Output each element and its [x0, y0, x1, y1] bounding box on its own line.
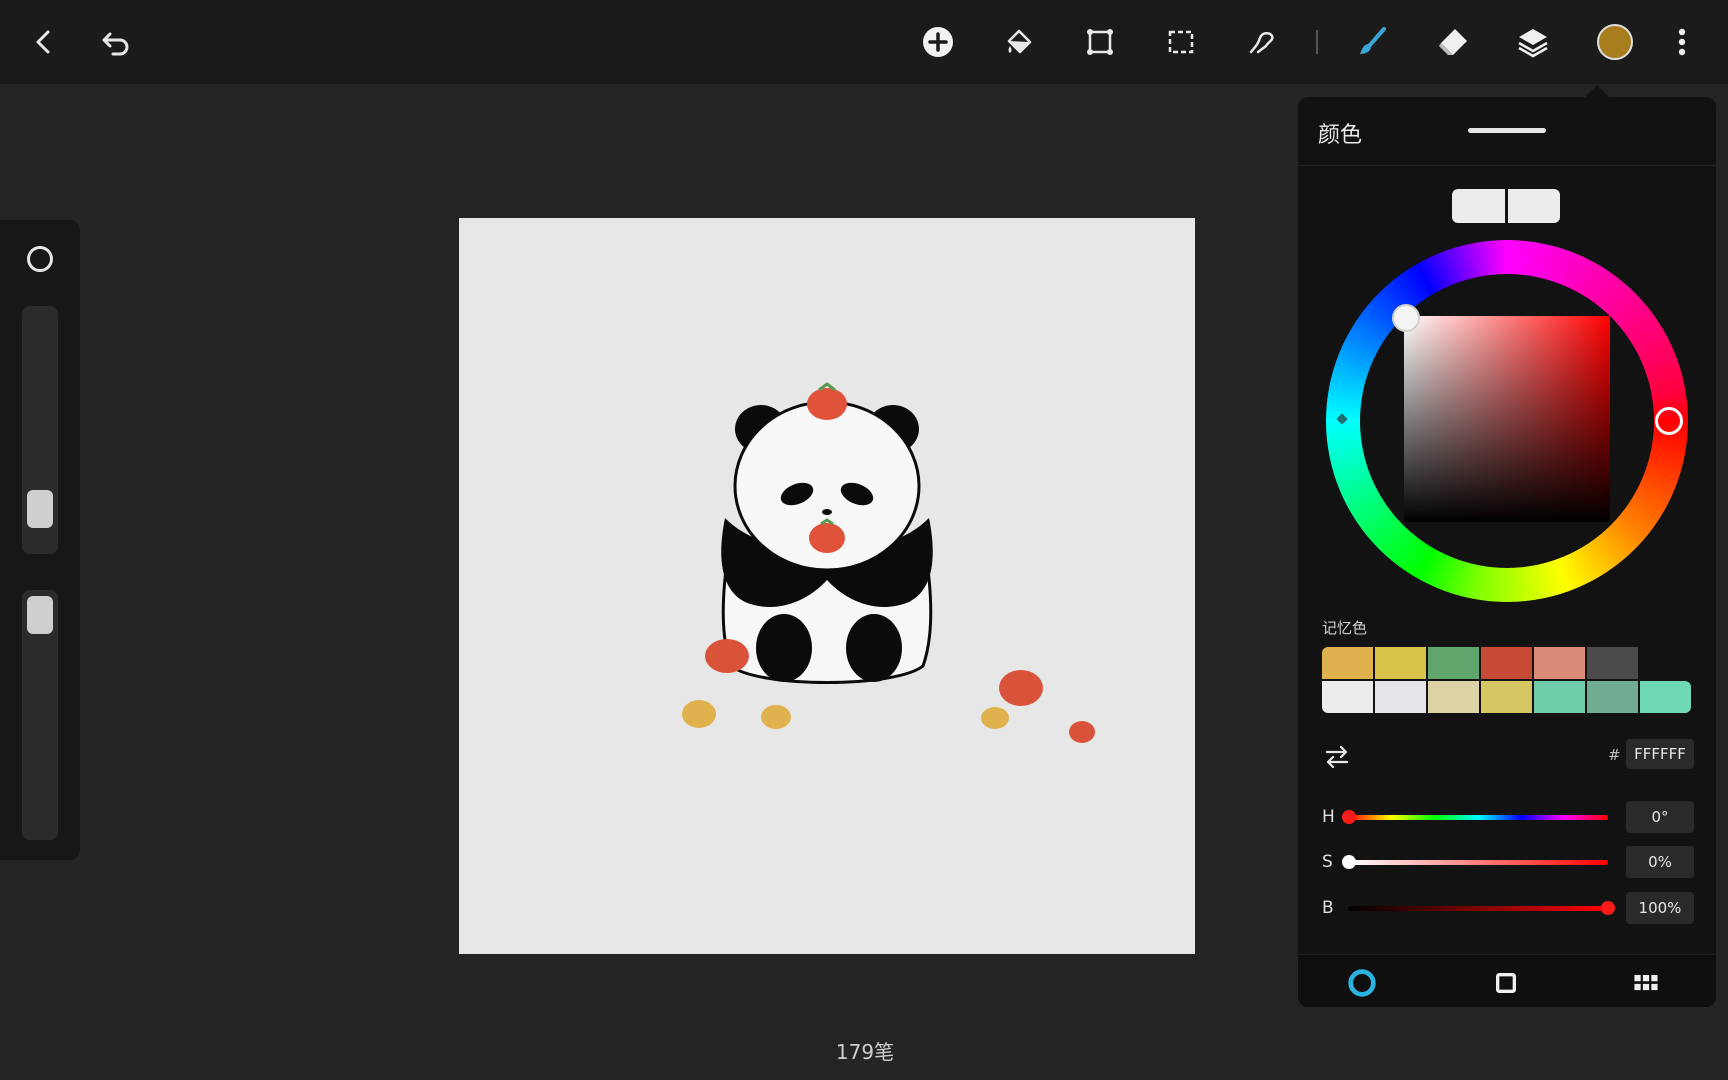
palette-grid-icon[interactable] [1628, 965, 1664, 1001]
brush-size-thumb[interactable] [27, 490, 53, 528]
toolbar-separator [1316, 30, 1318, 54]
primary-color-preview[interactable] [1452, 189, 1505, 223]
memory-color-swatch[interactable] [1534, 647, 1585, 679]
panel-drag-handle[interactable] [1468, 128, 1546, 133]
panda-artwork [682, 382, 1095, 743]
selection-icon[interactable] [1159, 20, 1203, 64]
saturation-label: S [1322, 852, 1333, 872]
memory-color-swatch[interactable] [1322, 681, 1373, 713]
color-mode-tabs [1298, 954, 1716, 1007]
brightness-label: B [1322, 898, 1334, 918]
smudge-icon[interactable] [1240, 20, 1284, 64]
transform-icon[interactable] [1078, 20, 1122, 64]
color-panel: 颜色 记忆色 # FFFFFF H 0° S 0% B 100% [1298, 97, 1716, 1007]
add-icon[interactable] [916, 20, 960, 64]
brush-opacity-slider[interactable] [22, 590, 58, 840]
memory-color-swatch[interactable] [1375, 681, 1426, 713]
top-toolbar [0, 0, 1728, 84]
memory-color-swatch[interactable] [1587, 681, 1638, 713]
drawing-canvas[interactable] [459, 218, 1195, 954]
hex-input[interactable]: FFFFFF [1626, 739, 1694, 769]
brightness-value-field[interactable]: 100% [1626, 892, 1694, 924]
wheel-tab-icon[interactable] [1344, 965, 1380, 1001]
memory-color-swatch[interactable] [1375, 647, 1426, 679]
memory-color-swatch[interactable] [1322, 647, 1373, 679]
memory-color-swatch[interactable] [1428, 681, 1479, 713]
undo-icon[interactable] [94, 20, 138, 64]
saturation-slider[interactable] [1348, 860, 1608, 865]
previous-color-preview[interactable] [1504, 189, 1560, 223]
brightness-slider[interactable] [1348, 906, 1608, 911]
hue-slider-thumb[interactable] [1342, 810, 1356, 824]
stroke-count-label: 179笔 [835, 1040, 895, 1064]
hue-value-field[interactable]: 0° [1626, 801, 1694, 833]
hue-wheel-thumb[interactable] [1655, 407, 1683, 435]
memory-color-swatch[interactable] [1481, 681, 1532, 713]
memory-color-swatch[interactable] [1481, 647, 1532, 679]
saturation-slider-thumb[interactable] [1342, 855, 1356, 869]
memory-colors-grid [1322, 647, 1693, 715]
brush-side-panel [0, 220, 80, 860]
memory-color-swatch[interactable] [1428, 647, 1479, 679]
color-panel-title: 颜色 [1318, 123, 1363, 148]
memory-color-swatch[interactable] [1534, 681, 1585, 713]
square-tab-icon[interactable] [1488, 965, 1524, 1001]
fill-bucket-icon[interactable] [997, 20, 1041, 64]
back-icon[interactable] [22, 20, 66, 64]
brush-shape-icon[interactable] [27, 246, 53, 272]
saturation-brightness-square[interactable] [1404, 316, 1610, 522]
saturation-brightness-thumb[interactable] [1392, 304, 1420, 332]
color-preview-pair[interactable] [1452, 189, 1560, 223]
hue-slider[interactable] [1348, 815, 1608, 820]
brightness-slider-thumb[interactable] [1601, 901, 1615, 915]
saturation-value-field[interactable]: 0% [1626, 846, 1694, 878]
brush-size-slider[interactable] [22, 306, 58, 554]
layers-icon[interactable] [1511, 20, 1555, 64]
color-panel-pointer [1585, 85, 1609, 97]
memory-colors-label: 记忆色 [1322, 619, 1368, 637]
more-vertical-icon[interactable] [1660, 20, 1704, 64]
hue-label: H [1322, 807, 1335, 827]
eraser-icon[interactable] [1431, 20, 1475, 64]
memory-color-swatch[interactable] [1587, 647, 1638, 679]
brush-opacity-thumb[interactable] [27, 596, 53, 634]
swap-arrows-icon[interactable] [1322, 742, 1352, 772]
hex-prefix: # [1608, 746, 1621, 764]
panel-divider [1298, 165, 1716, 166]
memory-color-swatch[interactable] [1640, 681, 1691, 713]
current-color-swatch[interactable] [1597, 24, 1633, 60]
brush-icon[interactable] [1350, 20, 1394, 64]
